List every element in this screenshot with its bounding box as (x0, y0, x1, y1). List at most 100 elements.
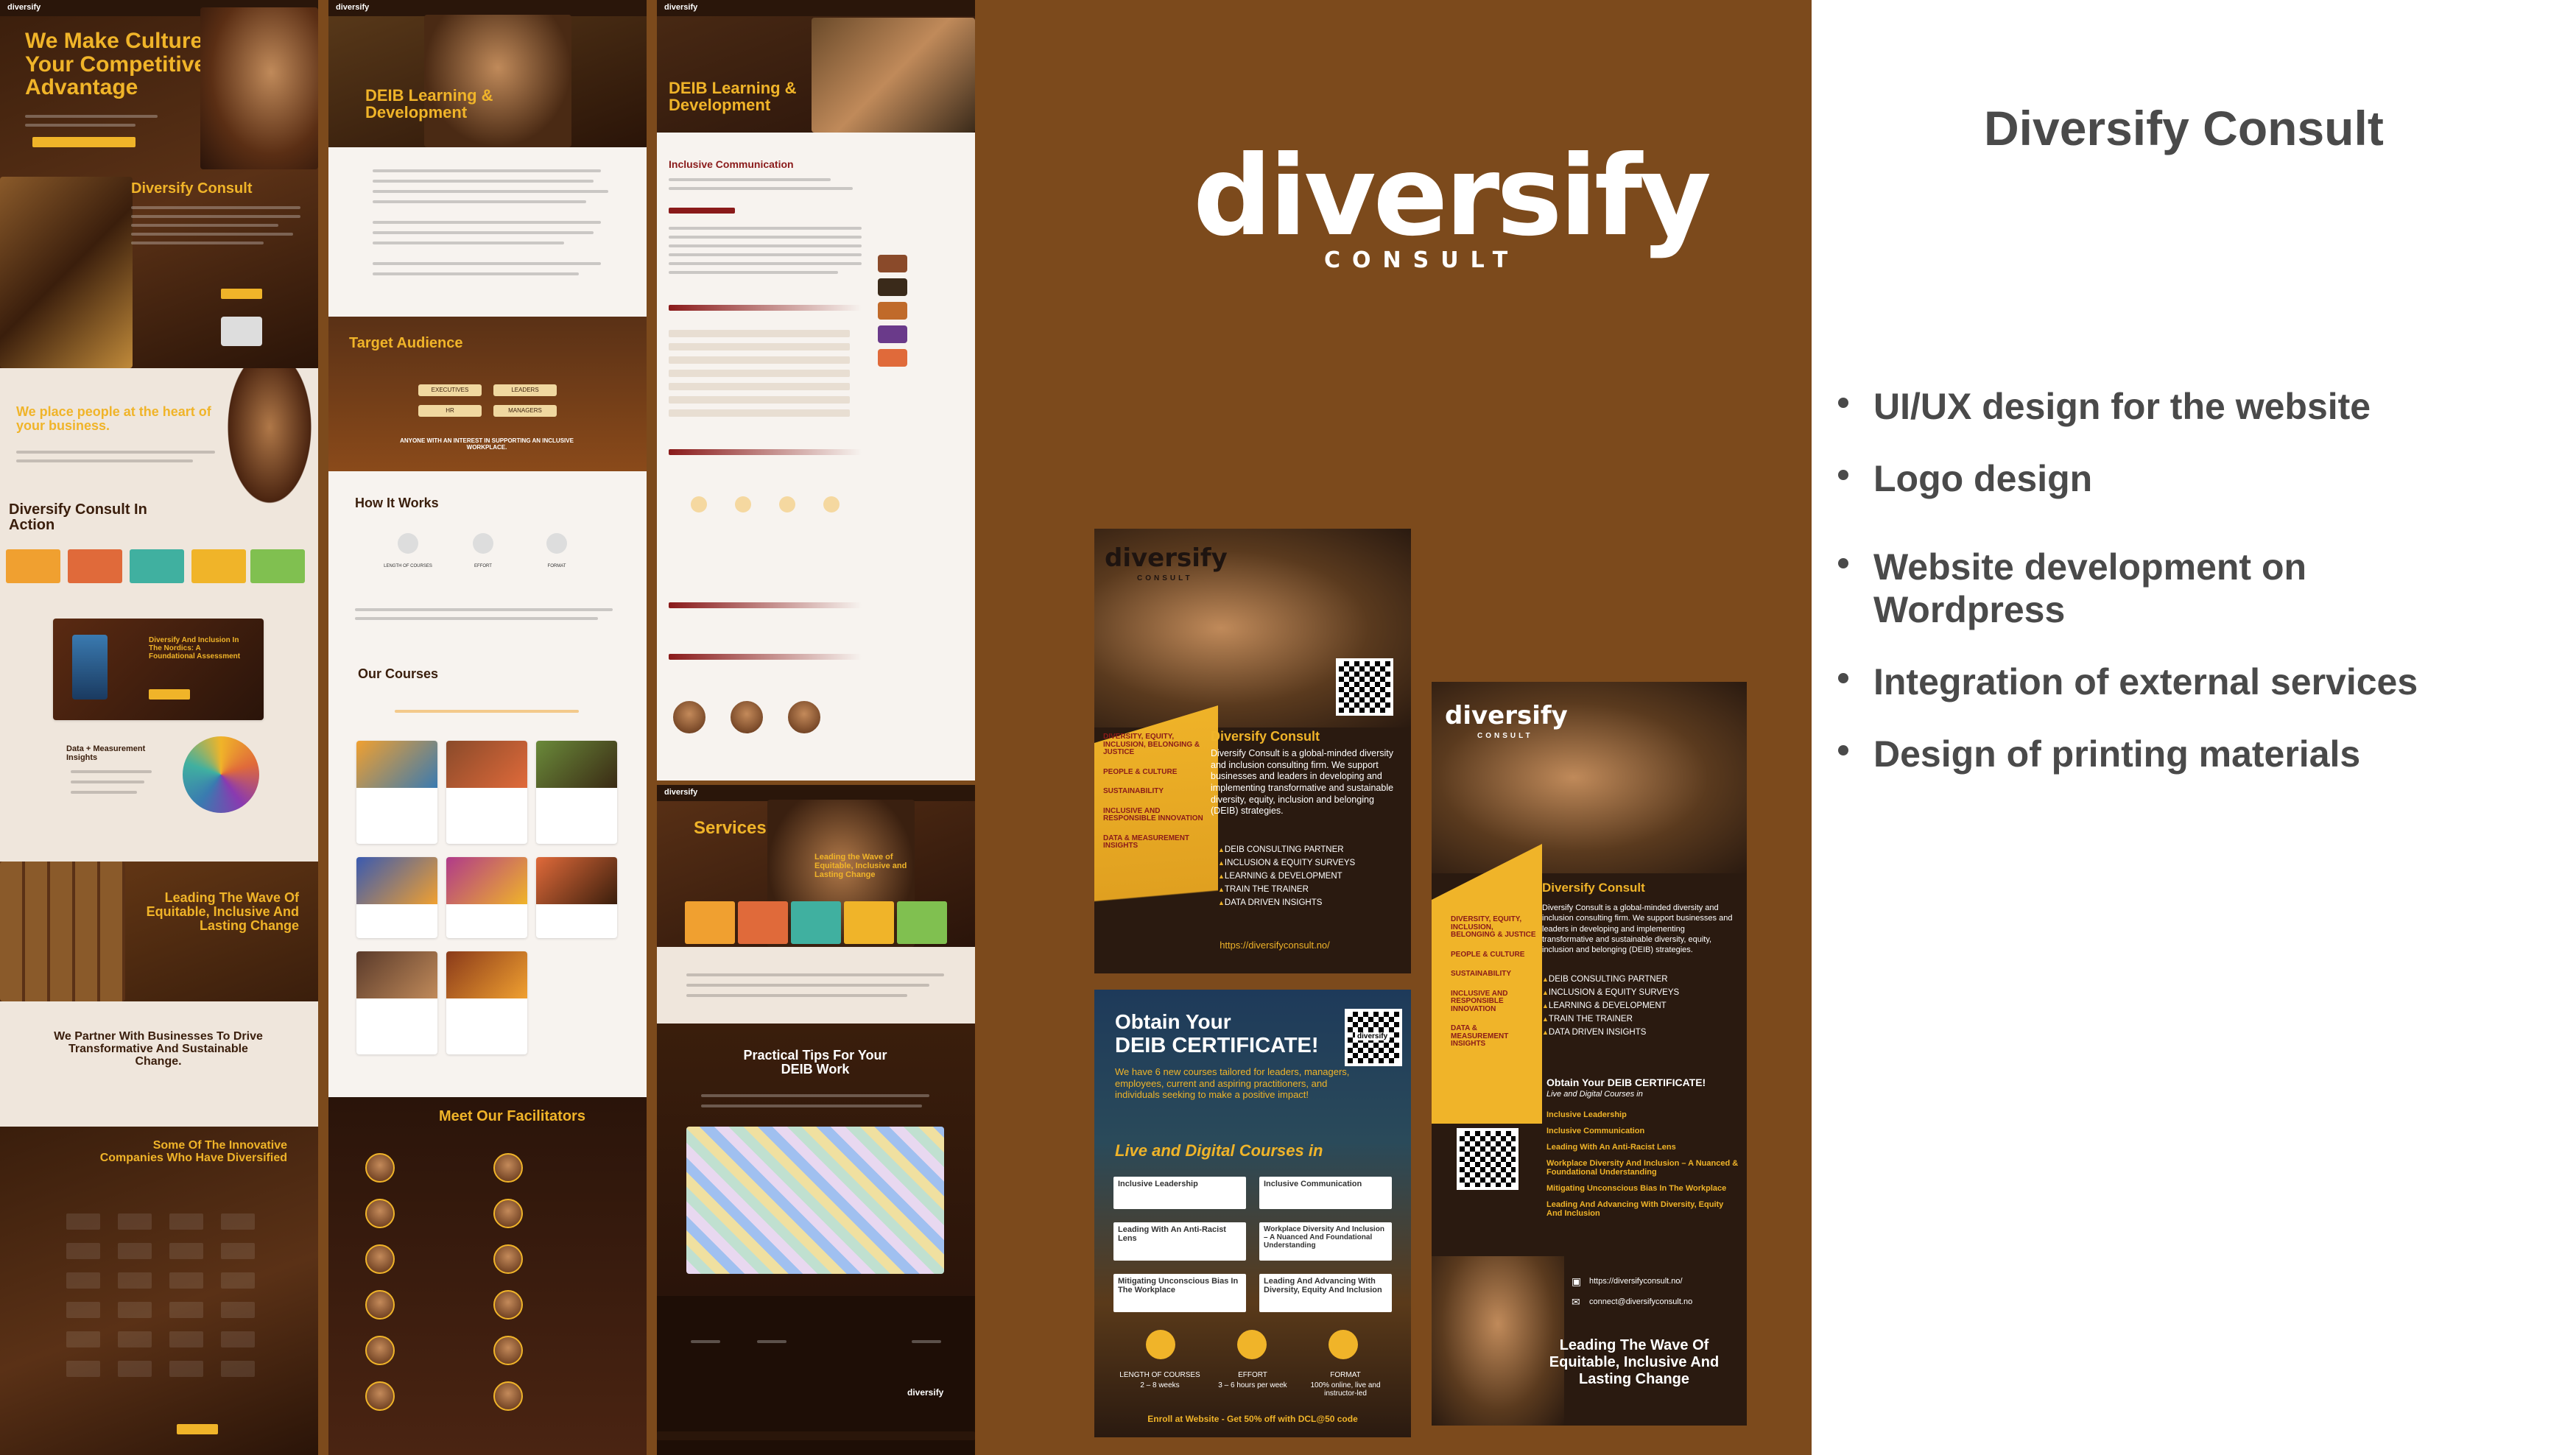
target-audience-heading: Target Audience (349, 335, 463, 351)
report-download-button[interactable] (149, 689, 190, 700)
course-card[interactable] (536, 741, 617, 844)
nav-bar: diversify (657, 0, 975, 16)
facilitator-avatar[interactable] (365, 1153, 395, 1183)
wave-heading: Leading The Wave Of Equitable, Inclusive… (146, 890, 299, 933)
company-logo (221, 1302, 255, 1318)
main-logo: diversify CONSULT (1193, 133, 1711, 280)
course-chip[interactable]: Leading And Advancing With Diversity, Eq… (1259, 1274, 1392, 1312)
flyer-3-services: DEIB CONSULTING PARTNER INCLUSION & EQUI… (1542, 975, 1735, 1041)
course-card[interactable] (536, 857, 617, 938)
sidebar-thumb (878, 278, 907, 296)
company-logo (169, 1361, 203, 1377)
facilitator-avatar[interactable] (493, 1336, 523, 1365)
company-logo (221, 1213, 255, 1230)
nav-logo[interactable]: diversify (664, 3, 697, 12)
facilitator-avatar[interactable] (493, 1244, 523, 1274)
tips-collage-image (686, 1127, 944, 1274)
course-card[interactable] (356, 741, 437, 844)
course-card[interactable] (446, 857, 527, 938)
course-chip[interactable]: Mitigating Unconscious Bias In The Workp… (1113, 1274, 1246, 1312)
course-chip[interactable]: Leading With An Anti-Racist Lens (1113, 1222, 1246, 1261)
course-stat-icon (779, 496, 795, 512)
portrait-image (221, 368, 318, 515)
service-label: Integration of external services (1873, 661, 2418, 702)
course-chip[interactable]: Workplace Diversity And Inclusion – A Nu… (1259, 1222, 1392, 1261)
how-label-length: LENGTH OF COURSES (384, 564, 432, 568)
facilitator-avatar[interactable] (493, 1153, 523, 1183)
service-bullet: UI/UX design for the website (1838, 386, 2371, 429)
action-tile-4[interactable] (191, 549, 246, 583)
service-tile-4[interactable] (844, 901, 894, 944)
service-tile-1[interactable] (685, 901, 735, 944)
company-logo (118, 1361, 152, 1377)
flyer-1-url[interactable]: https://diversifyconsult.no/ (1190, 940, 1359, 951)
service-tile-2[interactable] (738, 901, 788, 944)
action-tile-5[interactable] (250, 549, 305, 583)
footer-logo[interactable]: diversify (907, 1387, 943, 1398)
facilitator-avatar[interactable] (365, 1199, 395, 1228)
course-item: Mitigating Unconscious Bias In The Workp… (1546, 1184, 1727, 1193)
course-chip[interactable]: Inclusive Communication (1259, 1177, 1392, 1209)
bullet-dot (1838, 398, 1848, 408)
service-tile-3[interactable] (791, 901, 841, 944)
category: DIVERSITY, EQUITY, INCLUSION, BELONGING … (1451, 915, 1536, 939)
company-logo (118, 1243, 152, 1259)
nav-logo[interactable]: diversify (336, 3, 369, 12)
nav-logo[interactable]: diversify (7, 3, 41, 12)
company-logo (169, 1302, 203, 1318)
hero-cta-button[interactable] (32, 137, 136, 147)
category: INCLUSIVE AND RESPONSIBLE INNOVATION (1103, 806, 1203, 822)
action-tile-3[interactable] (130, 549, 184, 583)
flyer-2-title-2: DEIB CERTIFICATE! (1115, 1034, 1319, 1057)
company-logo (66, 1213, 100, 1230)
company-logo (118, 1331, 152, 1347)
faces-grid-image (0, 862, 125, 1001)
view-more-button[interactable] (177, 1424, 218, 1434)
flyer-3-cert-title: Obtain Your DEIB CERTIFICATE! (1546, 1077, 1706, 1088)
company-logo (66, 1302, 100, 1318)
course-facilitator-avatar[interactable] (672, 700, 707, 735)
flyer-1-logo: diversify (1105, 543, 1228, 573)
how-label-effort: EFFORT (474, 564, 492, 568)
hero-title: DEIB Learning & Development (669, 79, 797, 115)
course-card[interactable] (446, 741, 527, 844)
course-chip[interactable]: Inclusive Leadership (1113, 1177, 1246, 1209)
flyer-3-courses: Inclusive Leadership Inclusive Communica… (1546, 1110, 1739, 1225)
facilitator-avatar[interactable] (493, 1199, 523, 1228)
action-tile-1[interactable] (6, 549, 60, 583)
data-heading: Data + Measurement Insights (66, 744, 146, 762)
facilitator-avatar[interactable] (365, 1336, 395, 1365)
course-facilitator-avatar[interactable] (729, 700, 764, 735)
service-bullet: Logo design (1838, 458, 2092, 501)
logo-wordmark: diversify (1193, 133, 1711, 261)
nav-logo[interactable]: diversify (664, 788, 697, 797)
course-item: Leading And Advancing With Diversity, Eq… (1546, 1200, 1724, 1218)
action-tile-2[interactable] (68, 549, 122, 583)
facilitator-avatar[interactable] (365, 1381, 395, 1411)
flyer-3-email[interactable]: connect@diversifyconsult.no (1589, 1297, 1692, 1306)
info-panel: Diversify Consult UI/UX design for the w… (1812, 0, 2576, 1455)
services-page-mockup: diversify Services Leading the Wave of E… (657, 785, 975, 1455)
facilitator-avatar[interactable] (365, 1290, 395, 1320)
hero-faces-image (200, 7, 318, 169)
report-card[interactable]: Diversify And Inclusion In The Nordics: … (53, 619, 264, 720)
company-logo (118, 1213, 152, 1230)
service-item: INCLUSION & EQUITY SURVEYS (1542, 988, 1735, 997)
bullet-dot (1838, 673, 1848, 683)
service-tile-5[interactable] (897, 901, 947, 944)
course-card[interactable] (356, 951, 437, 1054)
audience-executives: EXECUTIVES (418, 384, 482, 396)
hero-woman-image (424, 15, 571, 147)
facilitator-avatar[interactable] (365, 1244, 395, 1274)
course-card[interactable] (356, 857, 437, 938)
flyer-2-enroll[interactable]: Enroll at Website - Get 50% off with DCL… (1109, 1414, 1396, 1424)
sidebar-thumb (878, 349, 907, 367)
flyer-1-categories: DIVERSITY, EQUITY, INCLUSION, BELONGING … (1103, 733, 1206, 862)
company-logo (221, 1272, 255, 1289)
flyer-3-url[interactable]: https://diversifyconsult.no/ (1589, 1277, 1683, 1286)
facilitator-avatar[interactable] (493, 1381, 523, 1411)
course-card[interactable] (446, 951, 527, 1054)
course-facilitator-avatar[interactable] (786, 700, 822, 735)
facilitator-avatar[interactable] (493, 1290, 523, 1320)
about-button[interactable] (221, 289, 262, 299)
